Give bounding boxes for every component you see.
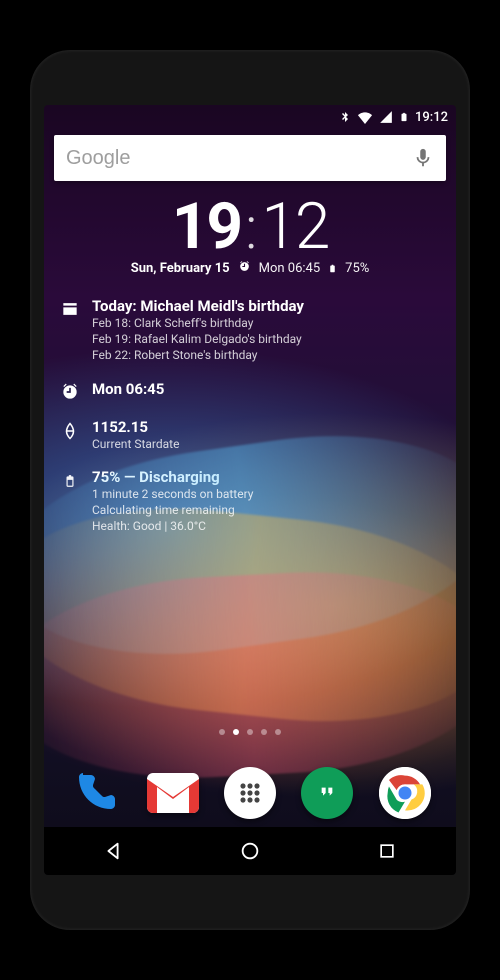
hangouts-app-icon[interactable]: [301, 767, 353, 819]
status-time: 19:12: [415, 110, 448, 125]
battery-icon: [399, 110, 409, 124]
stardate-title: 1152.15: [92, 418, 442, 436]
calendar-line2: Feb 19: Rafael Kalim Delgado's birthday: [92, 331, 442, 347]
back-button[interactable]: [100, 838, 126, 864]
alarm-icon-lg: [58, 380, 82, 402]
nav-bar: [44, 827, 456, 875]
clock-hours: 19: [172, 189, 241, 264]
battery-line1: 1 minute 2 seconds on battery: [92, 486, 442, 502]
wifi-icon: [357, 110, 373, 124]
status-bar: 19:12: [44, 105, 456, 129]
battery-row[interactable]: 75% — Discharging 1 minute 2 seconds on …: [58, 462, 442, 545]
recents-button[interactable]: [374, 838, 400, 864]
clock-alarm: Mon 06:45: [259, 261, 321, 276]
alarm-row[interactable]: Mon 06:45: [58, 374, 442, 412]
battery-line2: Calculating time remaining: [92, 502, 442, 518]
app-drawer-icon[interactable]: [224, 767, 276, 819]
chrome-app-icon[interactable]: [379, 767, 431, 819]
clock-battery: 75%: [345, 261, 369, 276]
search-bar[interactable]: Google: [54, 135, 446, 181]
calendar-line1: Feb 18: Clark Scheff's birthday: [92, 315, 442, 331]
alarm-title: Mon 06:45: [92, 380, 442, 398]
bluetooth-icon: [339, 110, 351, 124]
battery-row-icon: [58, 468, 82, 535]
battery-small-icon: [328, 262, 337, 275]
calendar-row[interactable]: Today: Michael Meidl's birthday Feb 18: …: [58, 291, 442, 374]
screen: 19:12 Google 19:12 Sun, February 15 Mon …: [44, 105, 456, 875]
clock-minutes: 12: [261, 189, 328, 264]
battery-line3: Health: Good | 36.0°C: [92, 518, 442, 534]
dock: [44, 767, 456, 819]
clock-time: 19:12: [58, 189, 442, 264]
gmail-app-icon[interactable]: [147, 773, 199, 813]
page-indicator: [44, 729, 456, 735]
phone-app-icon[interactable]: [69, 767, 121, 819]
clock-widget[interactable]: 19:12 Sun, February 15 Mon 06:45 75%: [44, 189, 456, 544]
calendar-icon: [58, 297, 82, 364]
search-placeholder: Google: [66, 147, 412, 170]
mic-icon[interactable]: [412, 147, 434, 169]
clock-date: Sun, February 15: [131, 261, 230, 276]
battery-title: 75% — Discharging: [92, 468, 442, 486]
calendar-title: Today: Michael Meidl's birthday: [92, 297, 442, 315]
phone-frame: 19:12 Google 19:12 Sun, February 15 Mon …: [30, 50, 470, 930]
stardate-sub: Current Stardate: [92, 436, 442, 452]
calendar-line3: Feb 22: Robert Stone's birthday: [92, 347, 442, 363]
home-button[interactable]: [237, 838, 263, 864]
stardate-icon: [58, 418, 82, 452]
cell-signal-icon: [379, 110, 393, 124]
stardate-row[interactable]: 1152.15 Current Stardate: [58, 412, 442, 462]
